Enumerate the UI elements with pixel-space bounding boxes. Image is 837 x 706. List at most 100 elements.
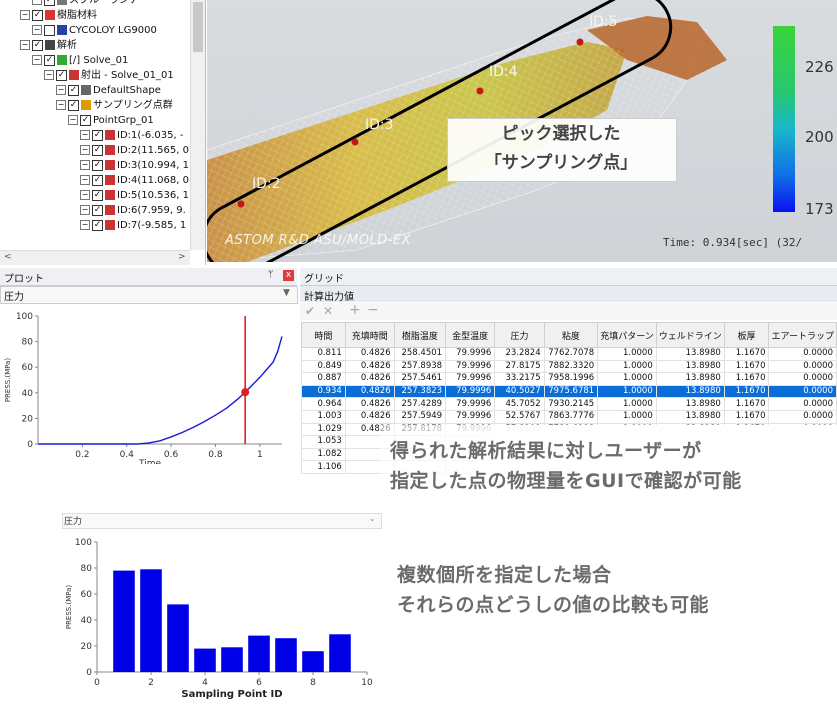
bar-variable-select[interactable] — [62, 513, 382, 529]
tree-checkbox[interactable]: ✓ — [92, 174, 103, 186]
check-icon[interactable]: ✔ — [305, 304, 315, 318]
tree-node[interactable]: − ✓ DefaultShape — [56, 83, 161, 98]
expand-toggle-icon[interactable]: − — [80, 190, 90, 200]
plot-variable-select[interactable] — [0, 286, 298, 304]
column-header[interactable]: 充填時間 — [344, 322, 395, 348]
expand-toggle-icon[interactable]: − — [56, 85, 66, 95]
tree-node[interactable]: −✓ スプルーランナー — [32, 0, 149, 8]
tree-checkbox[interactable]: ✓ — [56, 69, 67, 81]
expand-toggle-icon[interactable]: − — [80, 175, 90, 185]
table-cell: 0.4826 — [344, 347, 395, 361]
tree-checkbox[interactable]: ✓ — [92, 159, 103, 171]
column-header[interactable]: 圧力 — [494, 322, 545, 348]
grid-header-row: 時間 充填時間 樹脂温度 金型温度 圧力 粘度 充填パターン ウェルドライン 板厚 エアートラップ — [301, 322, 837, 348]
delete-icon[interactable]: ✕ — [323, 304, 333, 318]
tree-checkbox[interactable]: ✓ — [92, 204, 103, 216]
chevron-down-icon[interactable]: ⌄ — [369, 514, 376, 523]
remove-icon[interactable]: − — [367, 302, 379, 318]
tree-vertical-scrollbar[interactable] — [190, 0, 205, 250]
scroll-left-icon[interactable]: < — [4, 252, 12, 262]
tree-checkbox[interactable]: ✓ — [92, 189, 103, 201]
tree-checkbox[interactable]: ✓ — [44, 54, 55, 66]
table-row[interactable]: 0.811 0.4826 258.4501 79.9996 23.2824 7762.70… — [301, 347, 837, 361]
tree-checkbox[interactable]: ✓ — [44, 0, 55, 6]
table-row[interactable]: 1.003 0.4826 257.5949 79.9996 52.5767 7863.77… — [301, 409, 837, 424]
table-cell: 13.8980 — [655, 397, 725, 411]
tree-node[interactable]: − ✓ ID:4(11.068, 0 — [80, 173, 189, 188]
tree-node[interactable]: − ✓ ID:5(10.536, 1 — [80, 188, 189, 203]
tree-checkbox[interactable]: ✓ — [68, 84, 79, 96]
tree-checkbox[interactable]: ✓ — [32, 9, 43, 21]
y-axis-title: PRESS.(MPa) — [65, 585, 73, 630]
expand-toggle-icon[interactable]: − — [68, 115, 78, 125]
x-tick-label: 2 — [148, 678, 154, 688]
add-icon[interactable]: + — [349, 302, 361, 318]
tree-node[interactable]: − ✓ 樹脂材料 — [20, 8, 97, 23]
tree-node[interactable]: − ✓ ID:6(7.959, 9. — [80, 203, 186, 218]
inject-icon — [69, 70, 79, 80]
y-tick-label: 60 — [22, 363, 34, 373]
tree-node[interactable]: − CYCOLOY LG9000 — [32, 23, 157, 38]
tree-checkbox[interactable] — [44, 24, 55, 36]
table-row[interactable]: 0.934 0.4826 257.3823 79.9996 40.5027 7975.67… — [301, 384, 837, 399]
tree-checkbox[interactable]: ✓ — [92, 144, 103, 156]
tree-node[interactable]: − ✓ ID:7(-9.585, 1 — [80, 218, 186, 233]
pt-icon — [105, 145, 115, 155]
tree-node[interactable]: − ✓ [/] Solve_01 — [32, 53, 128, 68]
table-cell: 0.887 — [301, 372, 346, 386]
tree-node[interactable]: − ✓ サンプリング点群 — [56, 98, 173, 113]
tree-node[interactable]: − ✓ ID:3(10.994, 1 — [80, 158, 189, 173]
expand-toggle-icon[interactable]: − — [80, 130, 90, 140]
table-cell: 7975.6781 — [543, 384, 599, 399]
table-cell: 258.4501 — [393, 347, 447, 361]
table-row[interactable]: 0.849 0.4826 257.8938 79.9996 27.8175 7882.33… — [301, 359, 837, 374]
chevron-down-icon[interactable]: ▼ — [283, 288, 290, 298]
tree-checkbox[interactable]: ✓ — [68, 99, 79, 111]
tree-node-label: ID:7(-9.585, 1 — [117, 220, 187, 231]
expand-toggle-icon[interactable]: − — [80, 160, 90, 170]
tree-node[interactable]: − ✓ ID:1(-6.035, - — [80, 128, 183, 143]
tree-node[interactable]: − ✓ 解析 — [20, 38, 77, 53]
table-cell: 45.7052 — [494, 397, 545, 411]
tree-checkbox[interactable]: ✓ — [32, 39, 43, 51]
column-header[interactable]: 粘度 — [543, 322, 599, 348]
column-header[interactable]: 時間 — [301, 322, 346, 348]
column-header[interactable]: 充填パターン — [597, 322, 657, 348]
tree-node-label: 樹脂材料 — [57, 10, 97, 21]
tree-horizontal-scrollbar[interactable]: < > — [0, 250, 190, 265]
tree-node[interactable]: − ✓ ID:2(11.565, 0 — [80, 143, 189, 158]
expand-toggle-icon[interactable]: − — [32, 55, 42, 65]
expand-toggle-icon[interactable]: − — [80, 220, 90, 230]
part-icon — [57, 0, 67, 5]
expand-toggle-icon[interactable]: − — [32, 0, 42, 5]
tree-node[interactable]: − ✓ 射出 - Solve_01_01 — [44, 68, 174, 83]
x-tick-label: 8 — [310, 678, 316, 688]
scroll-right-icon[interactable]: > — [178, 252, 186, 262]
expand-toggle-icon[interactable]: − — [80, 145, 90, 155]
expand-toggle-icon[interactable]: − — [44, 70, 54, 80]
column-header[interactable]: 金型温度 — [445, 322, 496, 348]
column-header[interactable]: 板厚 — [723, 322, 770, 348]
tree-node-label: ID:2(11.565, 0 — [117, 145, 189, 156]
column-header[interactable]: ウェルドライン — [655, 322, 725, 348]
expand-toggle-icon[interactable]: − — [32, 25, 42, 35]
column-header[interactable]: 樹脂温度 — [393, 322, 447, 348]
table-row[interactable]: 0.964 0.4826 257.4289 79.9996 45.7052 7930.21… — [301, 397, 837, 411]
pin-icon[interactable]: ᛘ — [268, 270, 273, 280]
expand-toggle-icon[interactable]: − — [80, 205, 90, 215]
close-icon[interactable]: x — [283, 270, 294, 281]
table-row[interactable]: 0.887 0.4826 257.5461 79.9996 33.2175 7958.19… — [301, 372, 837, 386]
table-cell: 0.849 — [301, 359, 346, 374]
tree-checkbox[interactable]: ✓ — [92, 219, 103, 231]
tree-checkbox[interactable]: ✓ — [92, 129, 103, 141]
material-icon — [57, 25, 67, 35]
table-cell: 0.4826 — [344, 384, 395, 399]
x-tick-label: 1 — [257, 450, 263, 460]
tree-node[interactable]: − ✓ PointGrp_01 — [68, 113, 154, 128]
expand-toggle-icon[interactable]: − — [56, 100, 66, 110]
expand-toggle-icon[interactable]: − — [20, 40, 30, 50]
tree-scroll-thumb[interactable] — [193, 2, 203, 52]
column-header[interactable]: エアートラップ — [768, 322, 837, 348]
expand-toggle-icon[interactable]: − — [20, 10, 30, 20]
tree-checkbox[interactable]: ✓ — [80, 114, 91, 126]
